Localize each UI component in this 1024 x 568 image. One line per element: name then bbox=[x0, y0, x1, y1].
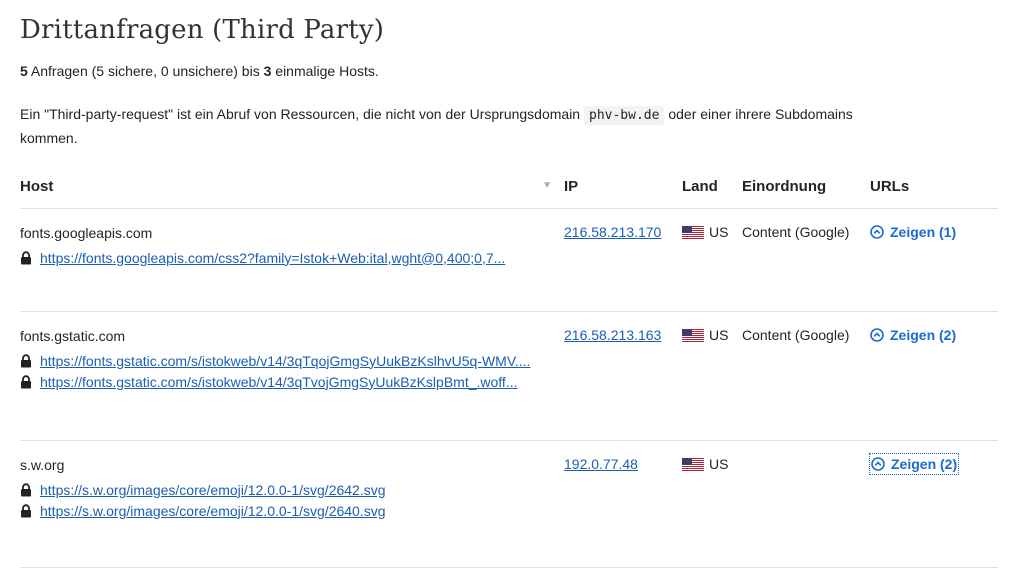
host-name: s.w.org bbox=[20, 457, 65, 473]
ip-link[interactable]: 216.58.213.170 bbox=[564, 224, 661, 240]
lock-icon bbox=[21, 503, 31, 517]
us-flag-icon bbox=[682, 226, 704, 239]
host-cell: fonts.gstatic.com https://fonts.gstatic.… bbox=[20, 311, 564, 441]
show-urls-button[interactable]: Zeigen (2) bbox=[868, 453, 960, 475]
table-row: s.w.org https://s.w.org/images/core/emoj… bbox=[20, 440, 998, 568]
url-link[interactable]: https://fonts.gstatic.com/s/istokweb/v14… bbox=[40, 351, 530, 371]
description: Ein "Third-party-request" ist ein Abruf … bbox=[20, 103, 880, 150]
country-cell: US bbox=[682, 311, 742, 441]
summary-part-a: Anfragen (5 sichere, 0 unsichere) bis bbox=[27, 63, 264, 79]
urls-cell: Zeigen (1) bbox=[870, 208, 998, 312]
description-before: Ein "Third-party-request" ist ein Abruf … bbox=[20, 106, 584, 122]
url-item: https://fonts.gstatic.com/s/istokweb/v14… bbox=[20, 350, 564, 371]
third-party-table: Host ▼ IP Land Einordnung URLs fonts.goo… bbox=[20, 164, 998, 568]
table-header-row: Host ▼ IP Land Einordnung URLs bbox=[20, 164, 998, 209]
country-code: US bbox=[709, 224, 729, 240]
request-count: 5 bbox=[20, 63, 28, 79]
country-cell: US bbox=[682, 440, 742, 568]
urls-cell: Zeigen (2) bbox=[868, 440, 998, 568]
origin-domain: phv-bw.de bbox=[584, 106, 665, 125]
country-code: US bbox=[709, 456, 729, 472]
summary-part-b: einmalige Hosts. bbox=[271, 63, 379, 79]
lock-icon bbox=[21, 353, 31, 367]
chevron-up-circle-icon bbox=[870, 328, 884, 342]
host-name: fonts.gstatic.com bbox=[20, 328, 126, 344]
ip-cell: 192.0.77.48 bbox=[564, 440, 682, 568]
url-list: https://fonts.gstatic.com/s/istokweb/v14… bbox=[20, 350, 564, 392]
ip-link[interactable]: 192.0.77.48 bbox=[564, 456, 638, 472]
page-title: Drittanfragen (Third Party) bbox=[20, 15, 385, 45]
country-code: US bbox=[709, 327, 729, 343]
url-link[interactable]: https://fonts.googleapis.com/css2?family… bbox=[40, 248, 505, 268]
url-item: https://s.w.org/images/core/emoji/12.0.0… bbox=[20, 479, 564, 500]
chevron-up-circle-icon bbox=[871, 457, 885, 471]
url-link[interactable]: https://s.w.org/images/core/emoji/12.0.0… bbox=[40, 480, 386, 500]
category-label: Content (Google) bbox=[742, 327, 850, 343]
category-cell: Content (Google) bbox=[742, 311, 870, 441]
host-name: fonts.googleapis.com bbox=[20, 225, 153, 241]
table-row: fonts.googleapis.com https://fonts.googl… bbox=[20, 208, 998, 312]
show-urls-label: Zeigen (2) bbox=[890, 327, 957, 343]
header-host-label: Host bbox=[20, 177, 54, 195]
lock-icon bbox=[21, 482, 31, 496]
table-row: fonts.gstatic.com https://fonts.gstatic.… bbox=[20, 311, 998, 441]
country-cell: US bbox=[682, 208, 742, 312]
show-urls-button[interactable]: Zeigen (2) bbox=[870, 325, 956, 345]
show-urls-label: Zeigen (2) bbox=[891, 456, 958, 472]
show-urls-button[interactable]: Zeigen (1) bbox=[870, 222, 956, 242]
us-flag-icon bbox=[682, 329, 704, 342]
chevron-up-circle-icon bbox=[870, 225, 884, 239]
lock-icon bbox=[21, 250, 31, 264]
column-header-ip[interactable]: IP bbox=[564, 164, 682, 209]
category-label: Content (Google) bbox=[742, 224, 850, 240]
sort-caret-icon[interactable]: ▼ bbox=[542, 180, 552, 191]
url-item: https://fonts.googleapis.com/css2?family… bbox=[20, 247, 564, 268]
urls-cell: Zeigen (2) bbox=[870, 311, 998, 441]
column-header-land[interactable]: Land bbox=[682, 164, 742, 209]
column-header-urls: URLs bbox=[870, 164, 998, 209]
column-header-host[interactable]: Host ▼ bbox=[20, 164, 564, 209]
url-item: https://s.w.org/images/core/emoji/12.0.0… bbox=[20, 500, 564, 521]
us-flag-icon bbox=[682, 458, 704, 471]
url-item: https://fonts.gstatic.com/s/istokweb/v14… bbox=[20, 371, 564, 392]
lock-icon bbox=[21, 374, 31, 388]
category-cell: Content (Google) bbox=[742, 208, 870, 312]
ip-cell: 216.58.213.163 bbox=[564, 311, 682, 441]
ip-cell: 216.58.213.170 bbox=[564, 208, 682, 312]
url-link[interactable]: https://fonts.gstatic.com/s/istokweb/v14… bbox=[40, 372, 517, 392]
host-cell: s.w.org https://s.w.org/images/core/emoj… bbox=[20, 440, 564, 568]
summary-text: 5 Anfragen (5 sichere, 0 unsichere) bis … bbox=[20, 63, 379, 79]
column-header-category[interactable]: Einordnung bbox=[742, 164, 870, 209]
host-cell: fonts.googleapis.com https://fonts.googl… bbox=[20, 208, 564, 312]
url-list: https://fonts.googleapis.com/css2?family… bbox=[20, 247, 564, 268]
ip-link[interactable]: 216.58.213.163 bbox=[564, 327, 661, 343]
url-list: https://s.w.org/images/core/emoji/12.0.0… bbox=[20, 479, 564, 521]
show-urls-label: Zeigen (1) bbox=[890, 224, 957, 240]
category-cell bbox=[742, 440, 870, 568]
url-link[interactable]: https://s.w.org/images/core/emoji/12.0.0… bbox=[40, 501, 386, 521]
